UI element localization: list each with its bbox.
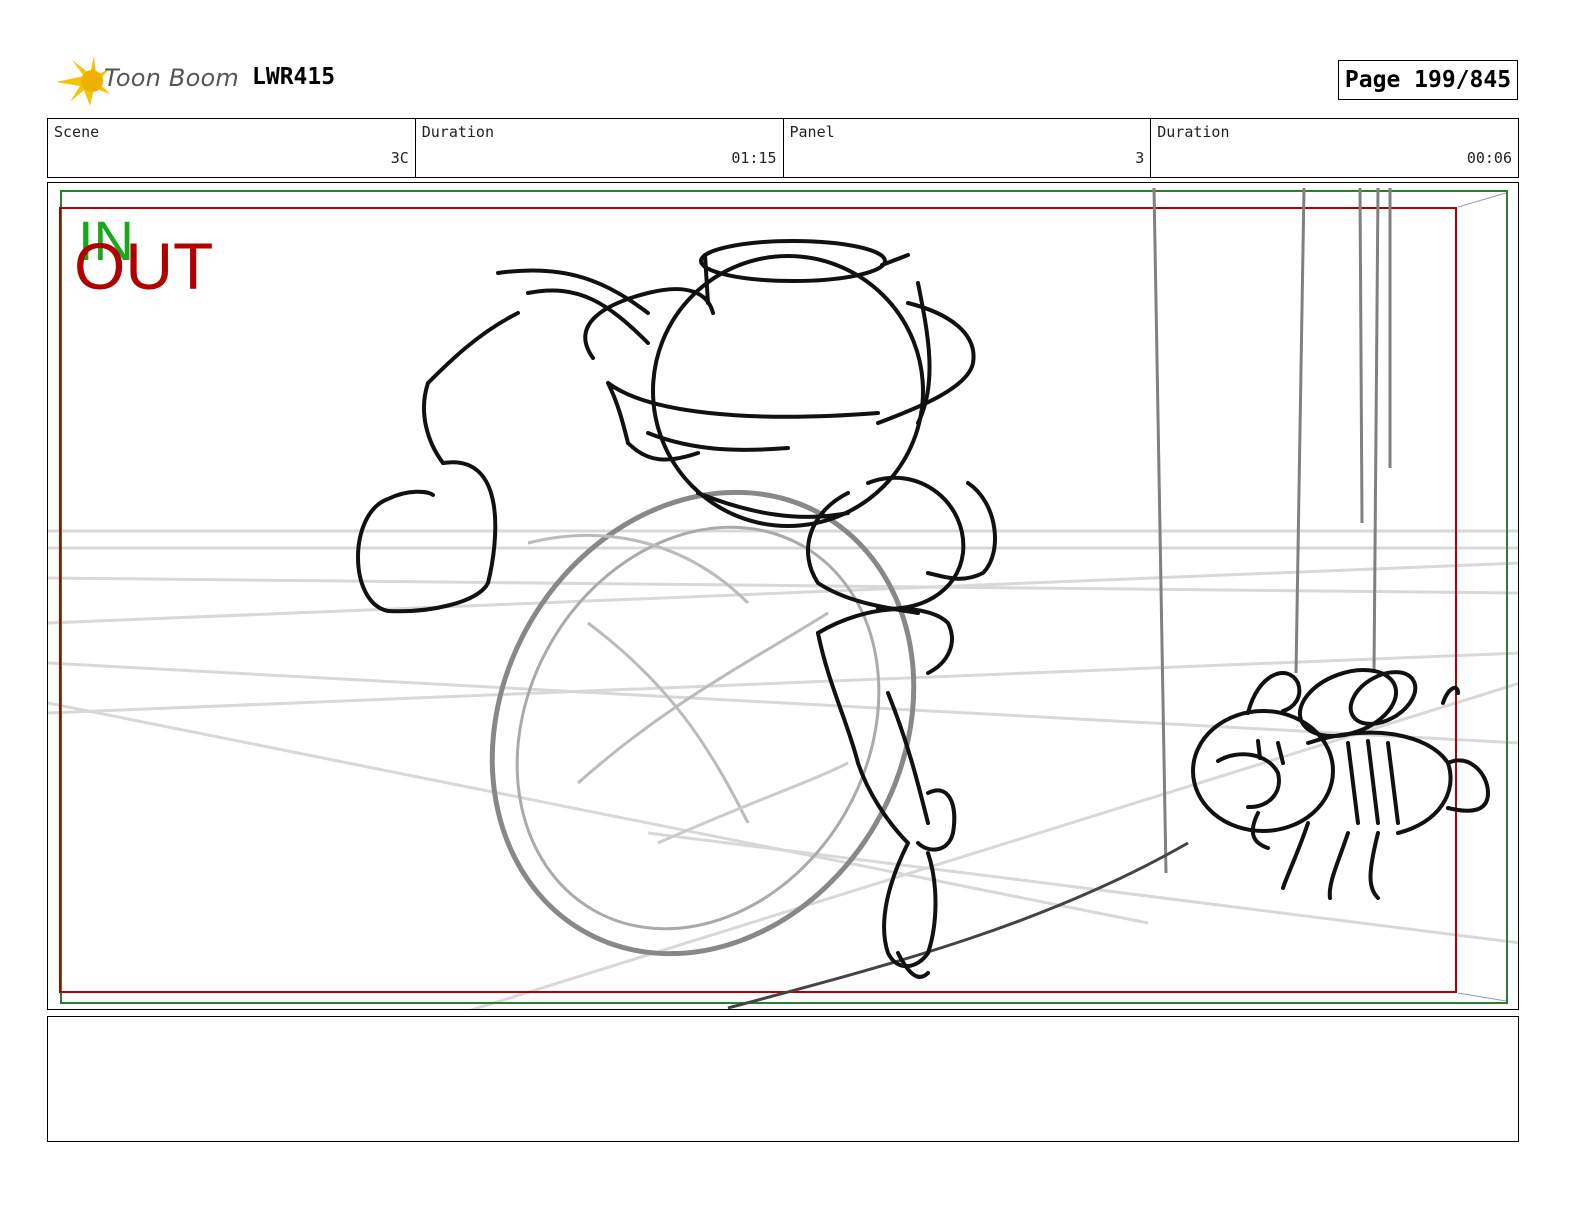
panel-duration-cell: Duration 00:06 [1151, 119, 1518, 177]
brand-name: Toon Boom [104, 64, 239, 92]
panel-label: Panel [789, 123, 835, 141]
scene-duration-cell: Duration 01:15 [416, 119, 784, 177]
scene-label: Scene [54, 123, 100, 141]
scene-duration-label: Duration [421, 123, 494, 141]
scene-cell: Scene 3C [48, 119, 416, 177]
page-number: Page 199/845 [1338, 60, 1518, 100]
panel-duration-value: 00:06 [1466, 149, 1512, 167]
scene-duration-value: 01:15 [731, 149, 777, 167]
storyboard-sketch [48, 187, 1518, 1009]
panel-cell: Panel 3 [784, 119, 1152, 177]
scene-info-bar: Scene 3C Duration 01:15 Panel 3 Duration… [47, 118, 1519, 178]
scene-value: 3C [390, 149, 409, 167]
panel-value: 3 [1135, 149, 1145, 167]
out-label: OUT [74, 229, 214, 303]
panel-duration-label: Duration [1157, 123, 1230, 141]
notes-box [47, 1016, 1519, 1142]
storyboard-panel: IN OUT [47, 182, 1519, 1010]
project-title: LWR415 [252, 64, 336, 90]
